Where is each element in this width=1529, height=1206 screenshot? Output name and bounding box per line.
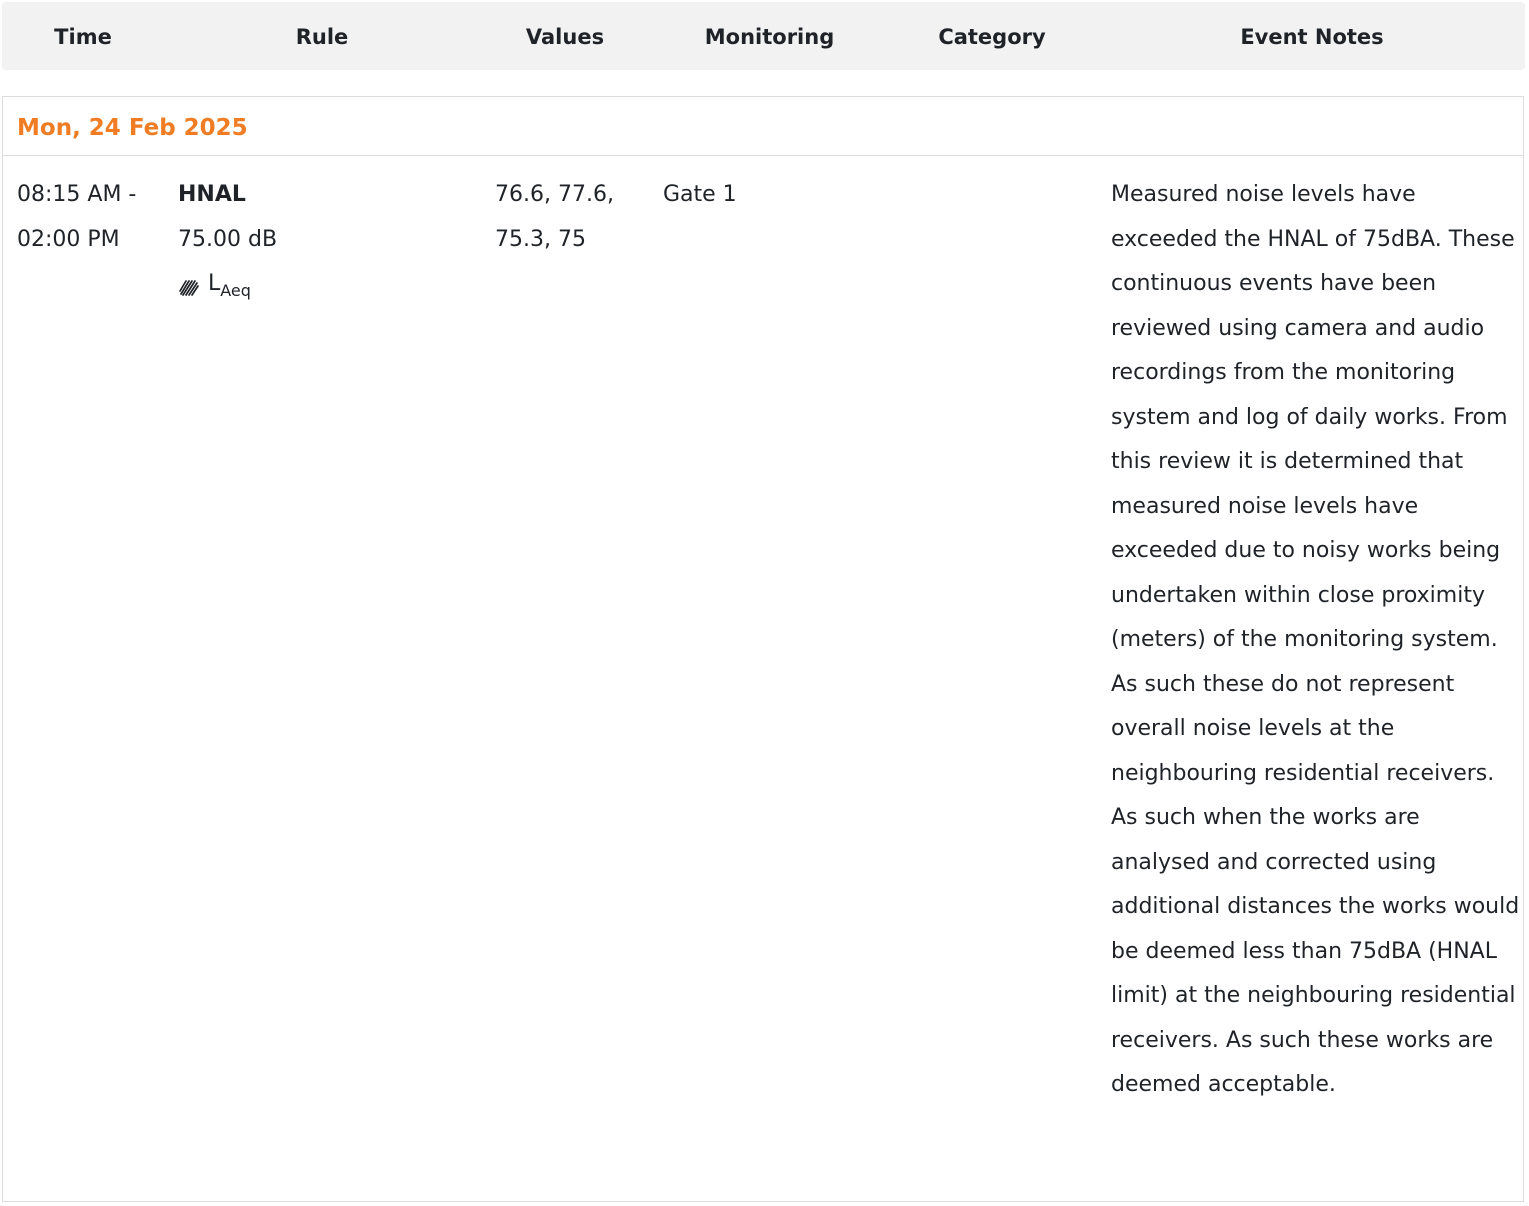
column-header-event-notes[interactable]: Event Notes: [1222, 2, 1402, 70]
event-time-cell: 08:15 AM - 02:00 PM: [17, 173, 167, 262]
event-notes-cell: Measured noise levels have exceeded the …: [1111, 182, 1520, 1097]
column-header-time[interactable]: Time: [38, 2, 128, 70]
column-header-values[interactable]: Values: [510, 2, 620, 70]
events-page: Time Rule Values Monitoring Category Eve…: [0, 0, 1529, 1206]
event-monitoring-cell: Gate 1: [663, 182, 737, 207]
rule-metric: LAeq: [178, 262, 478, 313]
date-group-label: Mon, 24 Feb 2025: [17, 115, 248, 141]
hatched-sound-icon: [179, 279, 199, 296]
table-header: Time Rule Values Monitoring Category Eve…: [2, 2, 1525, 70]
rule-name: HNAL: [178, 182, 246, 207]
rule-threshold: 75.00 dB: [178, 226, 278, 252]
event-values-line: 75.3, 75: [495, 226, 586, 252]
event-values-line: 76.6, 77.6,: [495, 182, 614, 207]
event-time-end: 02:00 PM: [17, 226, 120, 252]
event-time-start: 08:15 AM -: [17, 182, 137, 207]
rule-metric-label: LAeq: [208, 271, 251, 300]
date-group-header: Mon, 24 Feb 2025: [3, 97, 1523, 156]
column-header-monitoring[interactable]: Monitoring: [692, 2, 847, 70]
column-header-category[interactable]: Category: [922, 2, 1062, 70]
event-group-card: Mon, 24 Feb 2025 08:15 AM - 02:00 PM HNA…: [2, 96, 1524, 1202]
event-rule-cell: HNAL 75.00 dB LAeq: [178, 173, 478, 313]
column-header-rule[interactable]: Rule: [272, 2, 372, 70]
event-values-cell: 76.6, 77.6, 75.3, 75: [495, 173, 645, 262]
